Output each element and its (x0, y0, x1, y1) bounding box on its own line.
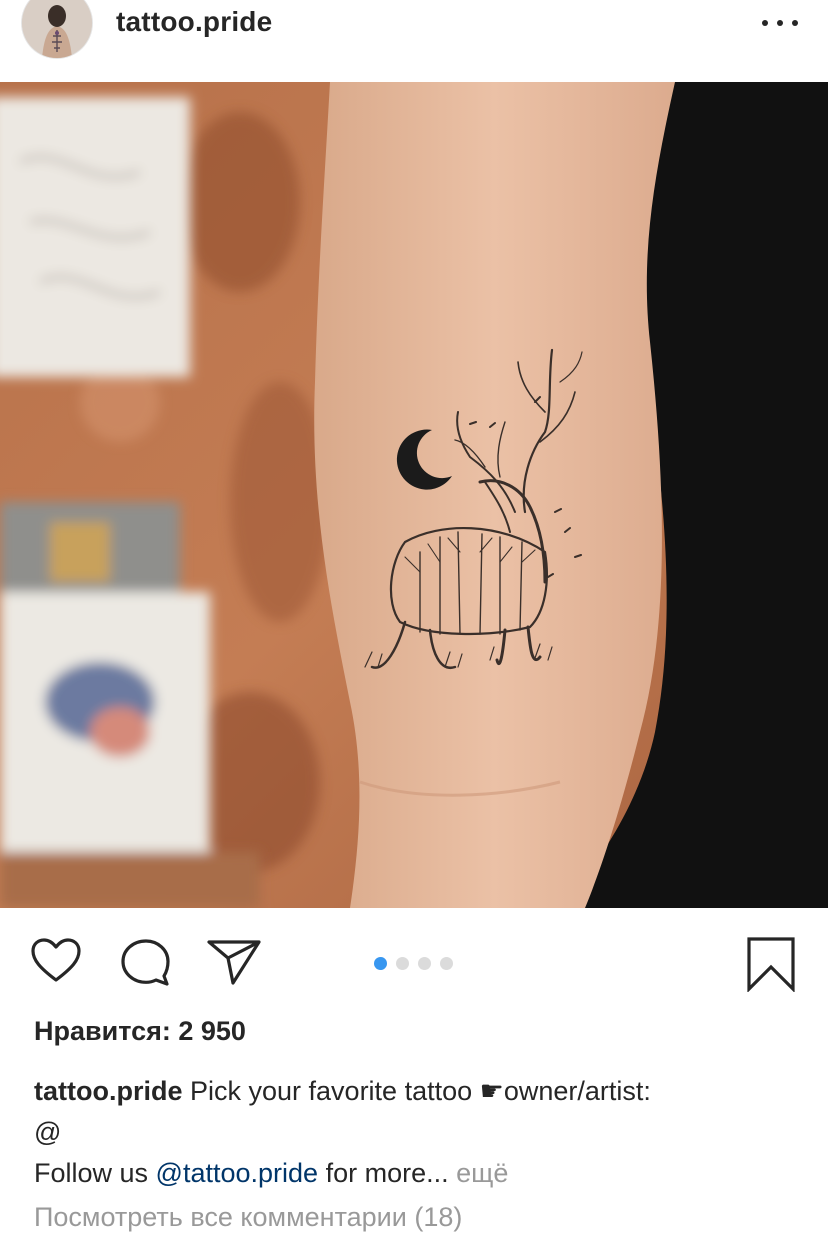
bookmark-icon[interactable] (746, 936, 796, 992)
caption-follow-suffix: for more... (318, 1158, 449, 1188)
heart-icon[interactable] (30, 938, 82, 984)
caption-line-1: tattoo.pride Pick your favorite tattoo ☛… (34, 1071, 804, 1112)
caption-mention-link[interactable]: @tattoo.pride (156, 1158, 319, 1188)
action-bar (0, 908, 828, 1008)
view-all-comments-link[interactable]: Посмотреть все комментарии (18) (34, 1202, 462, 1233)
caption-author[interactable]: tattoo.pride (34, 1076, 183, 1106)
carousel-indicator (374, 957, 453, 970)
caption-line-3: Follow us @tattoo.pride for more... ещё (34, 1153, 804, 1194)
carousel-dot (440, 957, 453, 970)
caption-line-2: @ (34, 1117, 62, 1147)
post-image[interactable] (0, 82, 828, 908)
post-header: tattoo.pride (0, 0, 828, 83)
more-options-icon[interactable] (762, 16, 798, 30)
caption-more-link[interactable]: ещё (456, 1158, 508, 1188)
send-icon[interactable] (206, 938, 262, 986)
avatar[interactable] (22, 0, 92, 58)
comment-icon[interactable] (120, 938, 170, 986)
carousel-dot (418, 957, 431, 970)
carousel-dot (396, 957, 409, 970)
caption-text: Pick your favorite tattoo ☛owner/artist: (182, 1076, 651, 1106)
username[interactable]: tattoo.pride (116, 5, 272, 39)
caption-follow-text: Follow us (34, 1158, 156, 1188)
post-caption: tattoo.pride Pick your favorite tattoo ☛… (34, 1071, 804, 1194)
carousel-dot-active (374, 957, 387, 970)
likes-count[interactable]: Нравится: 2 950 (34, 1016, 246, 1047)
